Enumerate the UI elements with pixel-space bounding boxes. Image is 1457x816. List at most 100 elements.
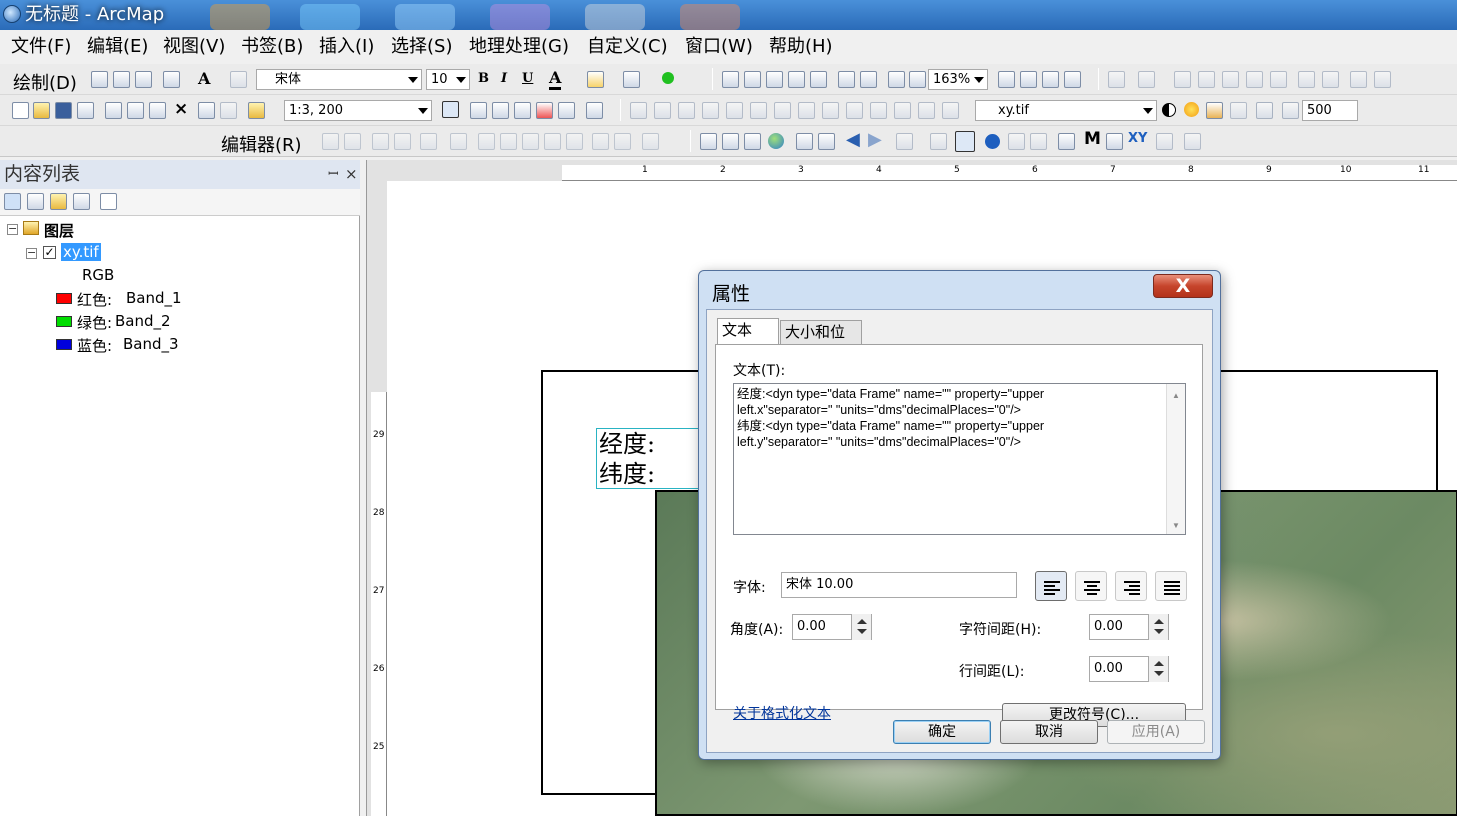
topology-validate-icon[interactable]: [750, 102, 767, 119]
open-folder-icon[interactable]: [33, 102, 50, 119]
data-driven-pages-icon[interactable]: [1064, 71, 1081, 88]
forward-extent-icon[interactable]: ▶: [868, 129, 882, 150]
zoom-level-combo[interactable]: 163%: [928, 69, 988, 90]
menu-bookmarks[interactable]: 书签(B): [236, 30, 308, 64]
topology-shared-icon[interactable]: [918, 102, 935, 119]
line-spacing-spinner[interactable]: [1148, 656, 1168, 682]
cancel-button[interactable]: 取消: [1000, 720, 1098, 744]
nudge-icon[interactable]: [1270, 71, 1287, 88]
flicker-icon[interactable]: [1230, 102, 1247, 119]
group-icon[interactable]: [1198, 71, 1215, 88]
menu-help[interactable]: 帮助(H): [764, 30, 838, 64]
green-band-swatch[interactable]: [56, 316, 72, 327]
select-elements-icon[interactable]: [91, 71, 108, 88]
draw-menu-button[interactable]: 绘制(D): [13, 69, 77, 95]
georef-icon[interactable]: [1108, 71, 1125, 88]
text-scrollbar[interactable]: ▲ ▼: [1166, 384, 1185, 534]
split-icon[interactable]: [544, 133, 561, 150]
blue-band-swatch[interactable]: [56, 339, 72, 350]
cut-icon[interactable]: [105, 102, 122, 119]
topology-errors-icon[interactable]: [774, 102, 791, 119]
go-forward-icon[interactable]: [909, 71, 926, 88]
select-features-icon[interactable]: [896, 133, 913, 150]
modelbuilder-icon[interactable]: [586, 102, 603, 119]
list-by-drawing-order-icon[interactable]: [4, 193, 21, 210]
menu-view[interactable]: 视图(V): [158, 30, 230, 64]
pan-page-icon[interactable]: [766, 71, 783, 88]
bold-button[interactable]: B: [478, 71, 489, 86]
topology-icon[interactable]: [630, 102, 647, 119]
html-popup-icon[interactable]: [1030, 133, 1047, 150]
zoom-to-selected-icon[interactable]: [135, 71, 152, 88]
layer-visibility-checkbox[interactable]: ✓: [43, 246, 56, 259]
attributes-icon[interactable]: [592, 133, 609, 150]
topology-generalize-icon[interactable]: [822, 102, 839, 119]
flicker-rate-field[interactable]: 500: [1302, 100, 1358, 121]
dialog-close-button[interactable]: X: [1153, 274, 1213, 298]
font-size-combo[interactable]: 10: [426, 69, 470, 90]
layers-expander-icon[interactable]: −: [7, 223, 18, 235]
toc-options-icon[interactable]: [100, 193, 117, 210]
menu-insert[interactable]: 插入(I): [314, 30, 379, 64]
clear-selection-icon[interactable]: [930, 133, 947, 150]
fixed-zoom-out-icon[interactable]: [744, 71, 761, 88]
create-viewer-icon[interactable]: [1184, 133, 1201, 150]
topology-rules-icon[interactable]: [870, 102, 887, 119]
find-icon[interactable]: M: [1084, 129, 1101, 149]
topology-preview-icon[interactable]: [894, 102, 911, 119]
scroll-down-icon[interactable]: ▼: [1172, 518, 1180, 534]
fixed-zoom-out-layout-icon[interactable]: [860, 71, 877, 88]
redo-icon[interactable]: [220, 102, 237, 119]
topology-merge-icon[interactable]: [702, 102, 719, 119]
scroll-up-icon[interactable]: ▲: [1172, 388, 1180, 404]
angle-field[interactable]: 0.00: [792, 614, 872, 640]
undo-icon[interactable]: [198, 102, 215, 119]
layers-root-label[interactable]: 图层: [44, 220, 74, 241]
zoom-out-icon[interactable]: [722, 133, 739, 150]
zoom-in-icon[interactable]: [700, 133, 717, 150]
ungroup-icon[interactable]: [1222, 71, 1239, 88]
toc-window-icon[interactable]: [470, 102, 487, 119]
pin-icon[interactable]: ꟷ: [328, 160, 339, 189]
effects-icon[interactable]: [1256, 102, 1273, 119]
point-icon[interactable]: [450, 133, 467, 150]
underline-button[interactable]: U: [522, 71, 533, 86]
editor-menu-button[interactable]: 编辑器(R): [221, 131, 302, 157]
fixed-zoom-out-map-icon[interactable]: [818, 133, 835, 150]
delete-icon[interactable]: ×: [174, 99, 188, 119]
distribute-icon[interactable]: [1174, 71, 1191, 88]
topology-edit-icon[interactable]: [654, 102, 671, 119]
list-by-source-icon[interactable]: [27, 193, 44, 210]
editor-toolbar-toggle-icon[interactable]: [442, 101, 459, 118]
swipe-icon[interactable]: [1206, 102, 1223, 119]
tab-size-position[interactable]: 大小和位置: [780, 320, 862, 363]
italic-button[interactable]: I: [501, 71, 507, 86]
align-center-button[interactable]: [1075, 571, 1107, 601]
ok-button[interactable]: 确定: [893, 720, 991, 744]
topology-fix-icon[interactable]: [798, 102, 815, 119]
edit-tool-icon[interactable]: [322, 133, 339, 150]
topology-split-icon[interactable]: [678, 102, 695, 119]
end-point-arc-icon[interactable]: [394, 133, 411, 150]
toggle-draft-icon[interactable]: [998, 71, 1015, 88]
sketch-properties-icon[interactable]: [614, 133, 631, 150]
angle-spinner[interactable]: [851, 614, 871, 640]
red-band-swatch[interactable]: [56, 293, 72, 304]
rotate-edit-icon[interactable]: [566, 133, 583, 150]
back-extent-icon[interactable]: ◀: [846, 129, 860, 150]
snap-icon[interactable]: [1350, 71, 1367, 88]
align-left-button[interactable]: [1035, 571, 1067, 601]
reshape-icon[interactable]: [500, 133, 517, 150]
full-extent-icon[interactable]: [768, 133, 784, 149]
font-color-icon[interactable]: A: [549, 68, 562, 90]
brightness-icon[interactable]: [1184, 102, 1199, 117]
print-icon[interactable]: [77, 102, 94, 119]
topology-inspector-icon[interactable]: [942, 102, 959, 119]
menu-edit[interactable]: 编辑(E): [82, 30, 153, 64]
text-tool-icon[interactable]: A: [198, 69, 210, 88]
trace-icon[interactable]: [420, 133, 437, 150]
list-by-visibility-icon[interactable]: [50, 193, 67, 210]
fixed-zoom-in-icon[interactable]: [722, 71, 739, 88]
topology-align-icon[interactable]: [846, 102, 863, 119]
fixed-zoom-in-map-icon[interactable]: [796, 133, 813, 150]
